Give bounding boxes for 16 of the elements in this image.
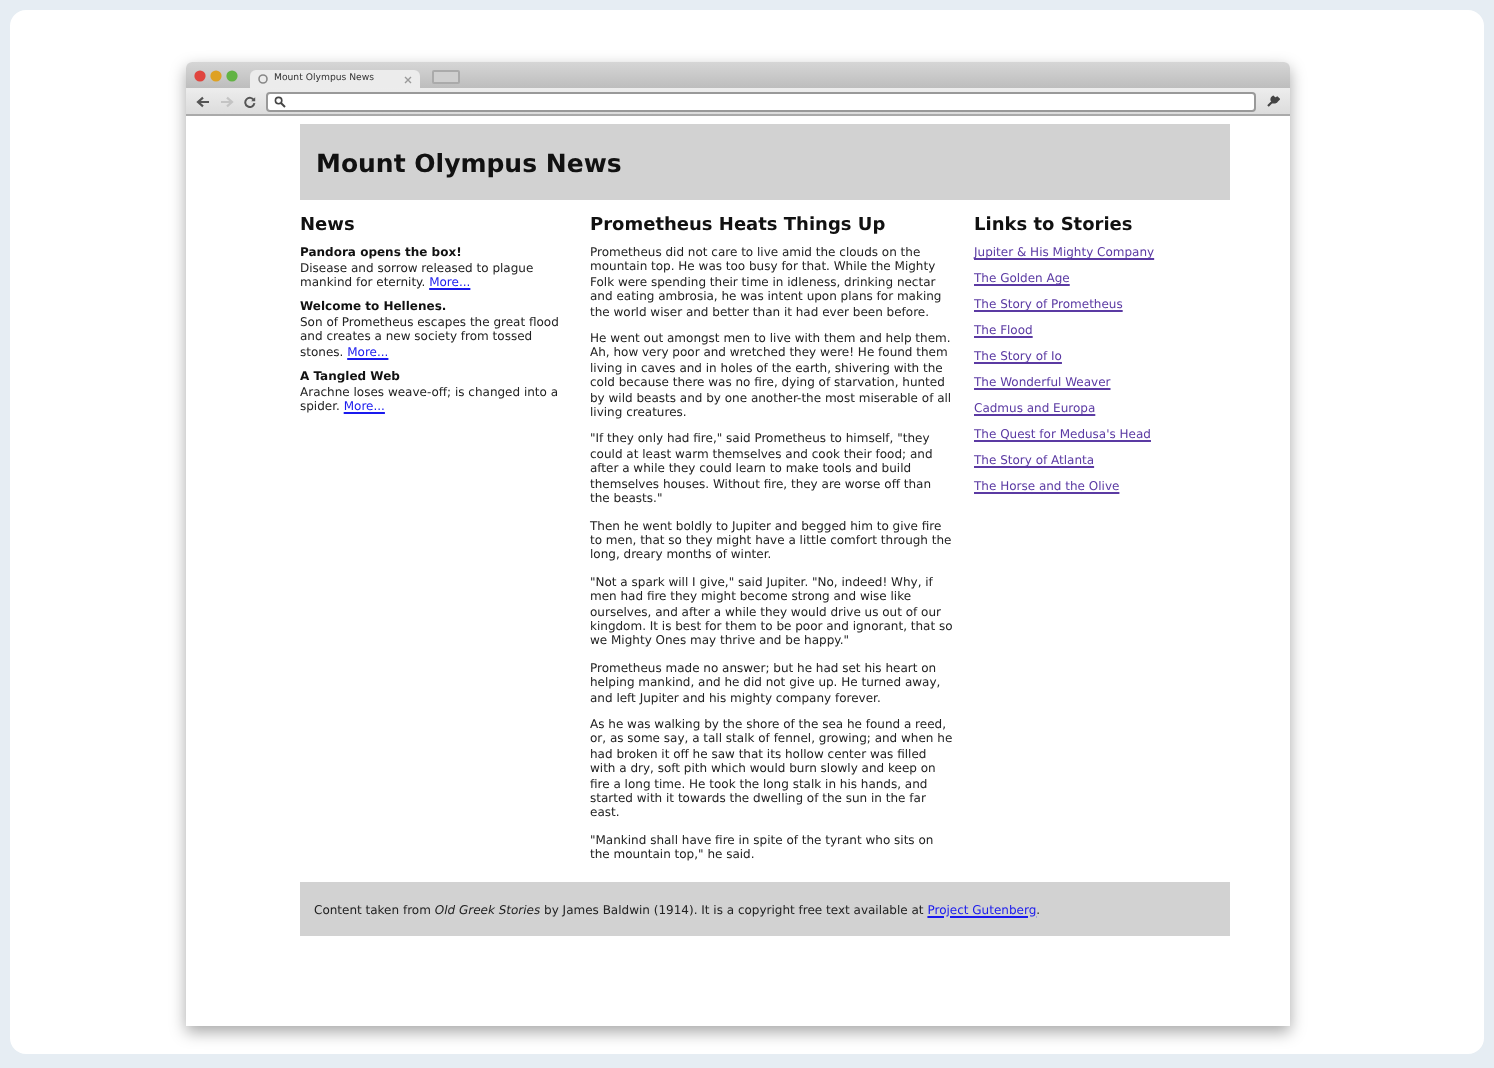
site-title: Mount Olympus News <box>316 147 622 177</box>
zoom-window-icon[interactable] <box>226 69 238 81</box>
forward-icon[interactable] <box>220 95 234 107</box>
minimize-window-icon[interactable] <box>210 69 222 81</box>
links-heading: Links to Stories <box>974 216 1135 236</box>
wrench-icon[interactable] <box>1266 94 1280 108</box>
close-window-icon[interactable] <box>194 69 206 81</box>
reload-icon[interactable] <box>244 95 256 107</box>
back-icon[interactable] <box>196 95 210 107</box>
news-heading: News <box>300 216 357 236</box>
close-icon[interactable] <box>404 75 412 83</box>
address-field[interactable] <box>266 91 1256 111</box>
page-icon <box>258 74 268 84</box>
search-icon <box>274 95 286 107</box>
new-tab-button[interactable] <box>432 70 460 84</box>
article-heading: Prometheus Heats Things Up <box>590 216 888 236</box>
